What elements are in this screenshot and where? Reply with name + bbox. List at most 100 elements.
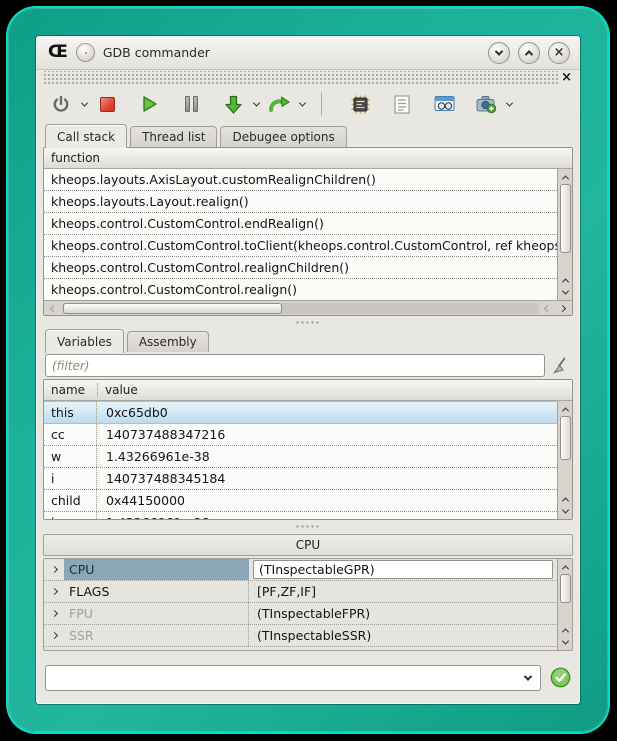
- callstack-frame-row[interactable]: kheops.control.CustomControl.realignChil…: [44, 257, 557, 279]
- variable-value: 0x44150000: [97, 493, 557, 508]
- scroll-up-button[interactable]: [559, 171, 571, 183]
- scrollbar-thumb[interactable]: [560, 574, 571, 603]
- callstack-column-header[interactable]: function: [44, 148, 572, 169]
- tab[interactable]: Debugee options: [220, 126, 346, 147]
- callstack-frame-row[interactable]: kheops.layouts.AxisLayout.customRealignC…: [44, 169, 557, 191]
- scroll-left-button[interactable]: [541, 306, 554, 311]
- callstack-vertical-scrollbar[interactable]: [557, 169, 572, 300]
- pause-button[interactable]: [179, 91, 203, 117]
- combobox-dropdown-button[interactable]: [516, 666, 540, 690]
- step-over-dropdown-button[interactable]: [295, 91, 309, 117]
- clean-filter-button[interactable]: [551, 355, 571, 377]
- scroll-left-button[interactable]: [47, 306, 60, 311]
- command-input[interactable]: [46, 667, 516, 689]
- roll-down-button[interactable]: [488, 42, 510, 64]
- scrollbar-thumb[interactable]: [560, 416, 571, 460]
- register-value-cell[interactable]: (TInspectableFPR): [249, 603, 557, 624]
- run-button[interactable]: [137, 91, 161, 117]
- pin-button[interactable]: [76, 43, 95, 62]
- variables-list: this 0xc65db0 cc 140737488347216 w: [44, 401, 557, 519]
- panel-splitter[interactable]: [43, 316, 573, 328]
- expand-button[interactable]: [44, 625, 64, 646]
- chevron-right-icon: [50, 632, 57, 639]
- frame-function: kheops.layouts.Layout.realign(): [51, 194, 249, 209]
- expand-button[interactable]: [44, 603, 64, 624]
- register-value: (TInspectableGPR): [253, 560, 553, 579]
- variable-row[interactable]: this 0xc65db0: [44, 401, 557, 424]
- scroll-down-button[interactable]: [559, 636, 571, 648]
- variable-row[interactable]: w 1.43266961e-38: [44, 446, 557, 468]
- variable-value: 0xc65db0: [97, 405, 557, 420]
- chevron-down-icon: [298, 99, 305, 106]
- callstack-frame-row[interactable]: kheops.layouts.Layout.realign(): [44, 191, 557, 213]
- scroll-down-button[interactable]: [559, 505, 571, 517]
- filter-input[interactable]: [45, 354, 545, 377]
- chevron-up-icon: [561, 175, 568, 182]
- callstack-frame-row[interactable]: kheops.control.CustomControl.realign(): [44, 279, 557, 300]
- step-into-icon: [223, 94, 244, 115]
- roll-up-button[interactable]: [518, 42, 540, 64]
- cpu-vertical-scrollbar[interactable]: [557, 559, 572, 650]
- variables-column-header[interactable]: name value: [44, 380, 572, 401]
- callstack-frame-row[interactable]: kheops.control.CustomControl.endRealign(…: [44, 213, 557, 235]
- register-value-cell[interactable]: (TInspectableSSR): [249, 625, 557, 646]
- variable-row[interactable]: cc 140737488347216: [44, 424, 557, 446]
- scroll-up-button[interactable]: [559, 403, 571, 415]
- tab-label: Variables: [57, 335, 112, 349]
- scroll-right-button[interactable]: [556, 306, 569, 311]
- step-over-button[interactable]: [267, 91, 291, 117]
- expand-button[interactable]: [44, 559, 64, 580]
- scrollbar-thumb[interactable]: [560, 184, 571, 253]
- toolbar-dock-handle[interactable]: ×: [43, 71, 573, 84]
- tab[interactable]: Call stack: [45, 124, 127, 148]
- register-row[interactable]: SSR (TInspectableSSR): [44, 625, 557, 647]
- run-icon: [140, 95, 158, 113]
- show-log-button[interactable]: [390, 91, 414, 117]
- callstack-horizontal-scrollbar[interactable]: [44, 300, 572, 315]
- tab[interactable]: Assembly: [127, 331, 209, 352]
- step-into-button[interactable]: [221, 91, 245, 117]
- watch-window-button[interactable]: [432, 91, 456, 117]
- step-into-dropdown-button[interactable]: [249, 91, 263, 117]
- expand-button[interactable]: [44, 581, 64, 602]
- register-row[interactable]: FPU (TInspectableFPR): [44, 603, 557, 625]
- send-command-button[interactable]: [549, 667, 571, 689]
- dock-close-button[interactable]: ×: [560, 71, 573, 84]
- command-combobox[interactable]: [45, 665, 541, 691]
- variable-row[interactable]: child 0x44150000: [44, 490, 557, 512]
- window-titlebar[interactable]: Œ GDB commander ×: [36, 36, 580, 70]
- register-value-cell[interactable]: [PF,ZF,IF]: [249, 581, 557, 602]
- callstack-frame-row[interactable]: kheops.control.CustomControl.toClient(kh…: [44, 235, 557, 257]
- scroll-up-button[interactable]: [559, 493, 571, 505]
- chevron-down-icon: [561, 506, 568, 513]
- chevron-up-icon: [561, 628, 568, 635]
- show-cpu-button[interactable]: [348, 91, 372, 117]
- variable-row[interactable]: i 140737488345184: [44, 468, 557, 490]
- stop-button[interactable]: [95, 91, 119, 117]
- variables-vertical-scrollbar[interactable]: [557, 401, 572, 519]
- close-button[interactable]: ×: [548, 42, 570, 64]
- tab[interactable]: Thread list: [130, 126, 217, 147]
- register-value-cell[interactable]: (TInspectableGPR): [249, 559, 557, 580]
- tab[interactable]: Variables: [45, 329, 124, 353]
- scroll-up-button[interactable]: [559, 561, 571, 573]
- panel-splitter[interactable]: [43, 520, 573, 532]
- snapshot-dropdown-button[interactable]: [502, 91, 516, 117]
- scroll-up-button[interactable]: [559, 624, 571, 636]
- variable-name: child: [44, 490, 97, 511]
- chevron-down-icon: [561, 637, 568, 644]
- pause-icon: [185, 96, 198, 112]
- scroll-up-button[interactable]: [559, 274, 571, 286]
- snapshot-button[interactable]: [474, 91, 498, 117]
- scrollbar-thumb[interactable]: [63, 303, 282, 314]
- power-button[interactable]: [49, 91, 73, 117]
- cpu-register-list: CPU (TInspectableGPR) FLAGS [PF,ZF,IF]: [44, 559, 557, 650]
- cpu-chip-icon: [351, 95, 370, 114]
- power-dropdown-button[interactable]: [77, 91, 91, 117]
- register-row[interactable]: FLAGS [PF,ZF,IF]: [44, 581, 557, 603]
- register-row[interactable]: CPU (TInspectableGPR): [44, 559, 557, 581]
- variable-row[interactable]: b 1.43266961e-38: [44, 512, 557, 519]
- scroll-down-button[interactable]: [559, 286, 571, 298]
- chevron-up-icon: [561, 497, 568, 504]
- chevron-right-icon: [50, 588, 57, 595]
